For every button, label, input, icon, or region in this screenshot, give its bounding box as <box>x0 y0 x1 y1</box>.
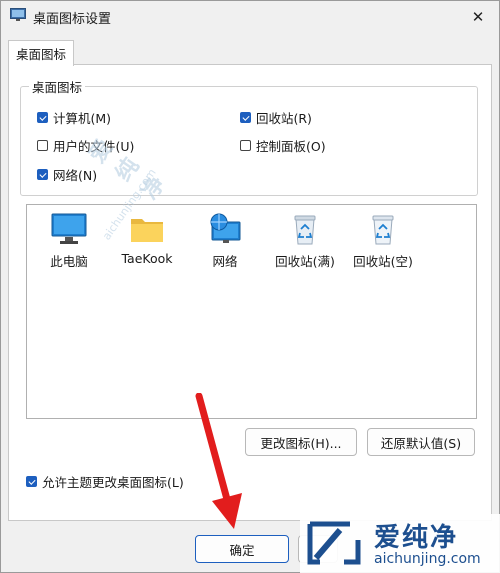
ok-button[interactable]: 确定 <box>195 535 289 563</box>
checkbox-box[interactable] <box>240 140 251 151</box>
recycle-bin-full-icon <box>294 215 316 245</box>
icon-label: 回收站(满) <box>275 254 335 269</box>
icon-list[interactable]: 此电脑 TaeKook 网络 回收站(满) 回收站(空) <box>26 204 477 419</box>
brand-logo-icon <box>307 521 361 565</box>
checkbox-box[interactable] <box>37 140 48 151</box>
checkbox-network[interactable]: 网络(N) <box>37 165 97 184</box>
checkbox-label: 控制面板(O) <box>256 139 326 154</box>
checkbox-box[interactable] <box>37 112 48 123</box>
checkbox-computer[interactable]: 计算机(M) <box>37 108 111 127</box>
close-icon: ✕ <box>471 8 485 26</box>
window-title: 桌面图标设置 <box>33 12 112 27</box>
red-arrow-annotation <box>195 393 242 529</box>
icon-label: TaeKook <box>121 251 173 266</box>
icon-label: 回收站(空) <box>353 254 413 269</box>
logo-url-text: aichunjing.com <box>374 551 481 567</box>
icon-label: 网络 <box>212 254 238 269</box>
watermark-logo: 爱纯净 aichunjing.com <box>300 514 500 573</box>
close-button[interactable]: ✕ <box>457 1 499 33</box>
icon-item-network[interactable]: 网络 <box>185 213 265 270</box>
restore-default-button[interactable]: 还原默认值(S) <box>367 428 475 456</box>
checkbox-label: 网络(N) <box>53 168 98 183</box>
change-icon-button[interactable]: 更改图标(H)... <box>245 428 357 456</box>
checkbox-box[interactable] <box>240 112 251 123</box>
checkbox-control-panel[interactable]: 控制面板(O) <box>240 136 326 155</box>
logo-brand-text: 爱纯净 <box>374 523 459 553</box>
title-bar[interactable]: 桌面图标设置 ✕ <box>1 1 499 33</box>
desktop-settings-icon <box>10 8 26 22</box>
checkbox-label: 回收站(R) <box>256 111 312 126</box>
icon-item-this-pc[interactable]: 此电脑 <box>29 213 109 270</box>
tab-desktop-icons[interactable]: 桌面图标 <box>8 40 74 66</box>
icon-label: 此电脑 <box>50 254 88 269</box>
icon-item-recycle-bin-full[interactable]: 回收站(满) <box>265 213 345 270</box>
recycle-bin-empty-icon <box>372 215 394 245</box>
group-label: 桌面图标 <box>29 77 86 96</box>
checkbox-allow-themes[interactable]: 允许主题更改桌面图标(L) <box>26 472 184 491</box>
dialog-window: 桌面图标设置 ✕ 桌面图标 桌面图标 计算机(M) 回收站(R) 用户的文件(U… <box>0 0 500 573</box>
checkbox-box[interactable] <box>26 476 37 487</box>
folder-icon <box>131 219 163 242</box>
checkbox-box[interactable] <box>37 169 48 180</box>
icon-item-recycle-bin-empty[interactable]: 回收站(空) <box>343 213 423 270</box>
network-icon <box>210 213 241 243</box>
monitor-icon <box>51 213 87 244</box>
checkbox-recycle-bin[interactable]: 回收站(R) <box>240 108 312 127</box>
checkbox-label: 计算机(M) <box>53 111 112 126</box>
checkbox-label: 允许主题更改桌面图标(L) <box>42 475 184 490</box>
